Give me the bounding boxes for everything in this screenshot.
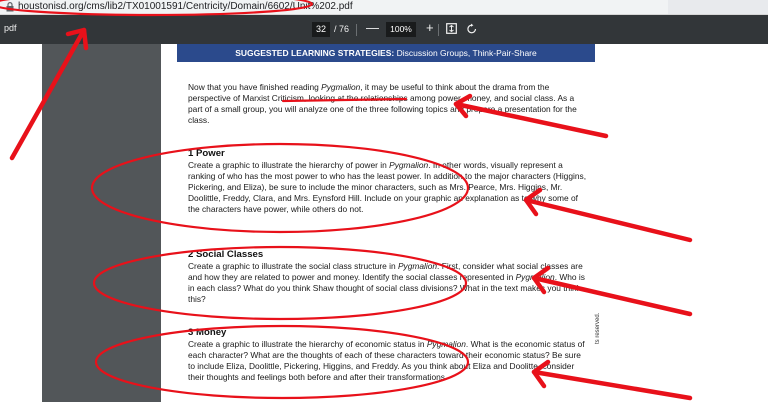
toolbar-extension-area — [668, 0, 768, 14]
section-body: Create a graphic to illustrate the hiera… — [188, 160, 587, 214]
left-margin — [0, 44, 42, 402]
toolbar-divider — [438, 24, 439, 36]
lock-icon — [6, 2, 14, 12]
fit-page-icon[interactable] — [446, 23, 457, 34]
url-text[interactable]: houstonisd.org/cms/lib2/TX01001591/Centr… — [18, 0, 353, 14]
zoom-level-input[interactable]: 100% — [386, 22, 416, 37]
section-social-classes: 2 Social Classes Create a graphic to ill… — [188, 249, 588, 305]
pdf-toolbar: pdf 32 / 76 — 100% + — [0, 15, 768, 44]
section-money: 3 Money Create a graphic to illustrate t… — [188, 327, 588, 383]
page-total: / 76 — [334, 24, 350, 34]
section-heading: 1 Power — [188, 148, 225, 159]
right-margin — [611, 44, 768, 402]
section-body: Create a graphic to illustrate the hiera… — [188, 339, 585, 382]
rotate-icon[interactable] — [466, 23, 478, 35]
section-body: Create a graphic to illustrate the socia… — [188, 261, 585, 304]
zoom-in-button[interactable]: + — [426, 20, 434, 35]
section-heading: 2 Social Classes — [188, 249, 264, 260]
section-heading: 3 Money — [188, 327, 227, 338]
strategies-banner: SUGGESTED LEARNING STRATEGIES: Discussio… — [177, 44, 595, 62]
document-title: pdf — [4, 23, 17, 33]
section-power: 1 Power Create a graphic to illustrate t… — [188, 148, 588, 215]
copyright-note: ts reserved. — [595, 312, 601, 344]
zoom-out-button[interactable]: — — [366, 20, 379, 35]
page-number-input[interactable]: 32 — [312, 22, 330, 37]
toolbar-divider — [356, 24, 357, 36]
intro-paragraph: Now that you have finished reading Pygma… — [188, 82, 577, 125]
address-bar[interactable]: houstonisd.org/cms/lib2/TX01001591/Centr… — [0, 0, 768, 15]
pdf-page: SUGGESTED LEARNING STRATEGIES: Discussio… — [161, 44, 611, 402]
